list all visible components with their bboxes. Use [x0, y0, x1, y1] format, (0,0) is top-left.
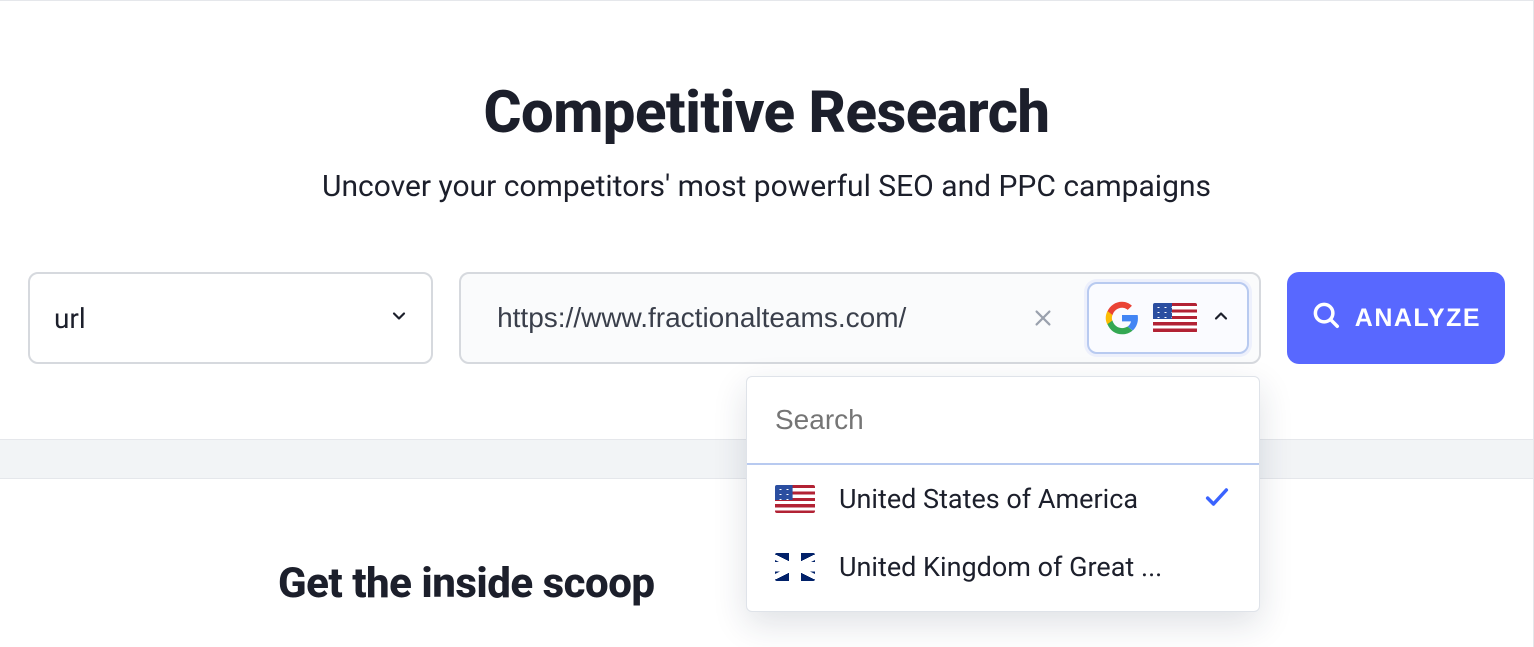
clear-input-button[interactable] — [1023, 298, 1063, 338]
search-row: url A — [0, 272, 1533, 364]
region-option-label: United States of America — [839, 483, 1179, 515]
search-icon — [1311, 300, 1341, 337]
url-input-wrapper — [459, 272, 1261, 364]
analyze-button-label: ANALYZE — [1355, 304, 1481, 333]
chevron-up-icon — [1211, 306, 1231, 330]
uk-flag-icon — [775, 553, 815, 581]
search-type-label: url — [54, 302, 86, 335]
inside-scoop-heading: Get the inside scoop — [278, 559, 655, 608]
analyze-button[interactable]: ANALYZE — [1287, 272, 1505, 364]
region-select[interactable] — [1087, 282, 1249, 354]
region-option-us[interactable]: United States of America — [747, 465, 1259, 533]
check-icon — [1203, 483, 1231, 515]
url-input[interactable] — [497, 302, 1023, 334]
region-search-input[interactable] — [775, 404, 1231, 436]
region-option-label: United Kingdom of Great ... — [839, 551, 1231, 583]
google-icon — [1105, 301, 1139, 335]
region-search-wrapper — [747, 377, 1259, 465]
us-flag-icon — [1153, 303, 1197, 333]
hero: Competitive Research Uncover your compet… — [0, 1, 1533, 204]
us-flag-icon — [775, 485, 815, 513]
region-dropdown: United States of America United Kingdom … — [746, 376, 1260, 612]
page-subtitle: Uncover your competitors' most powerful … — [0, 169, 1533, 204]
chevron-down-icon — [389, 306, 409, 330]
page-title: Competitive Research — [0, 79, 1533, 147]
region-option-uk[interactable]: United Kingdom of Great ... — [747, 533, 1259, 601]
search-type-select[interactable]: url — [28, 272, 433, 364]
